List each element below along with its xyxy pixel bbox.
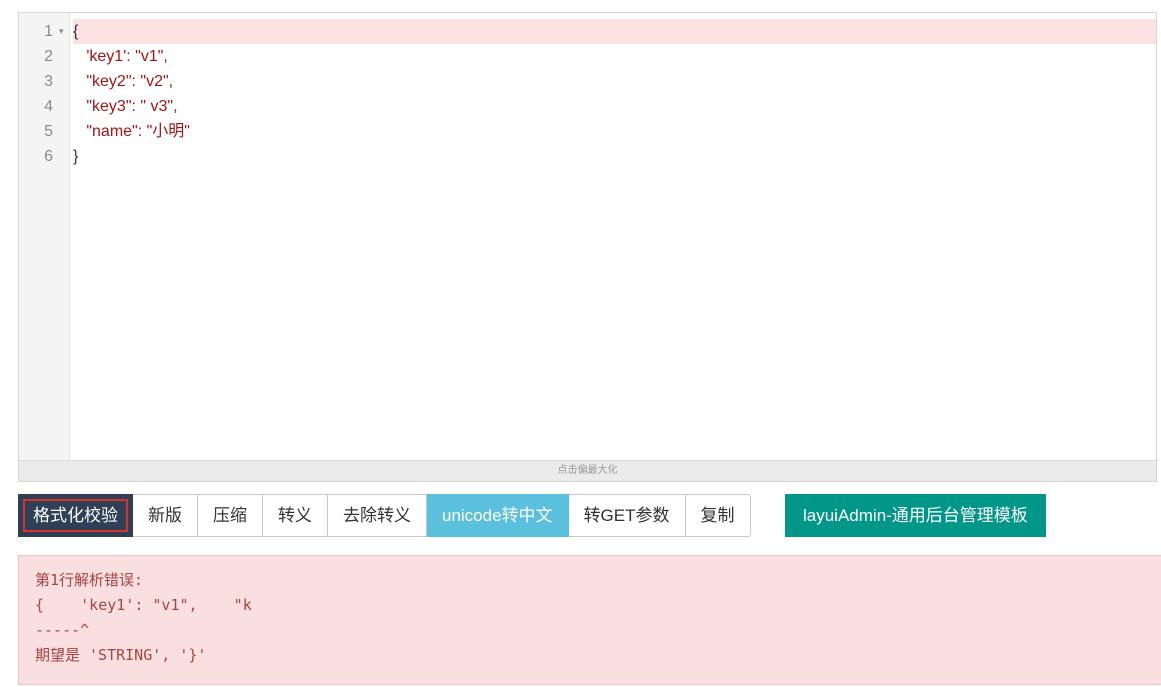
compress-button[interactable]: 压缩: [198, 494, 263, 537]
editor-line[interactable]: 1 ▾ {: [19, 19, 1156, 44]
toolbar: 格式化校验 新版 压缩 转义 去除转义 unicode转中文 转GET参数 复制: [18, 494, 751, 537]
code-line[interactable]: "key2": "v2",: [73, 69, 1156, 94]
code-line[interactable]: {: [73, 19, 1156, 44]
editor-line[interactable]: 4 "key3": " v3",: [19, 94, 1156, 119]
line-number: 1: [44, 23, 53, 40]
line-number: 6: [44, 148, 53, 165]
editor-line[interactable]: 2 'key1': "v1",: [19, 44, 1156, 69]
line-number: 5: [44, 123, 53, 140]
code-line[interactable]: "key3": " v3",: [73, 94, 1156, 119]
escape-button[interactable]: 转义: [263, 494, 328, 537]
unicode-to-chinese-button[interactable]: unicode转中文: [427, 494, 569, 537]
code-line[interactable]: 'key1': "v1",: [73, 44, 1156, 69]
copy-button[interactable]: 复制: [685, 494, 751, 537]
error-pointer: -----^: [35, 621, 90, 639]
line-number: 2: [44, 48, 53, 65]
editor-line[interactable]: 5 "name": "小明": [19, 119, 1156, 144]
editor-line[interactable]: 6 }: [19, 144, 1156, 169]
fold-arrow-icon[interactable]: ▾: [59, 19, 64, 44]
to-get-params-button[interactable]: 转GET参数: [568, 494, 686, 537]
unescape-button[interactable]: 去除转义: [328, 494, 427, 537]
error-snippet: { 'key1': "v1", "k: [35, 596, 252, 614]
maximize-bar[interactable]: 点击偏最大化: [19, 460, 1156, 481]
error-message: 第1行解析错误:: [35, 571, 144, 589]
error-expected: 期望是 'STRING', '}': [35, 646, 207, 664]
layuiadmin-promo-button[interactable]: layuiAdmin-通用后台管理模板: [785, 494, 1046, 537]
line-number: 4: [44, 98, 53, 115]
format-validate-button[interactable]: 格式化校验: [18, 494, 133, 537]
new-version-button[interactable]: 新版: [133, 494, 198, 537]
format-validate-label: 格式化校验: [23, 499, 128, 532]
code-line[interactable]: }: [73, 144, 1156, 169]
line-number: 3: [44, 73, 53, 90]
editor-line[interactable]: 3 "key2": "v2",: [19, 69, 1156, 94]
json-editor[interactable]: 1 ▾ { 2 'key1': "v1", 3 "key2": "v2", 4 …: [18, 12, 1157, 482]
code-line[interactable]: "name": "小明": [73, 119, 1156, 144]
parse-error-box: 第1行解析错误: { 'key1': "v1", "k -----^ 期望是 '…: [18, 555, 1161, 685]
